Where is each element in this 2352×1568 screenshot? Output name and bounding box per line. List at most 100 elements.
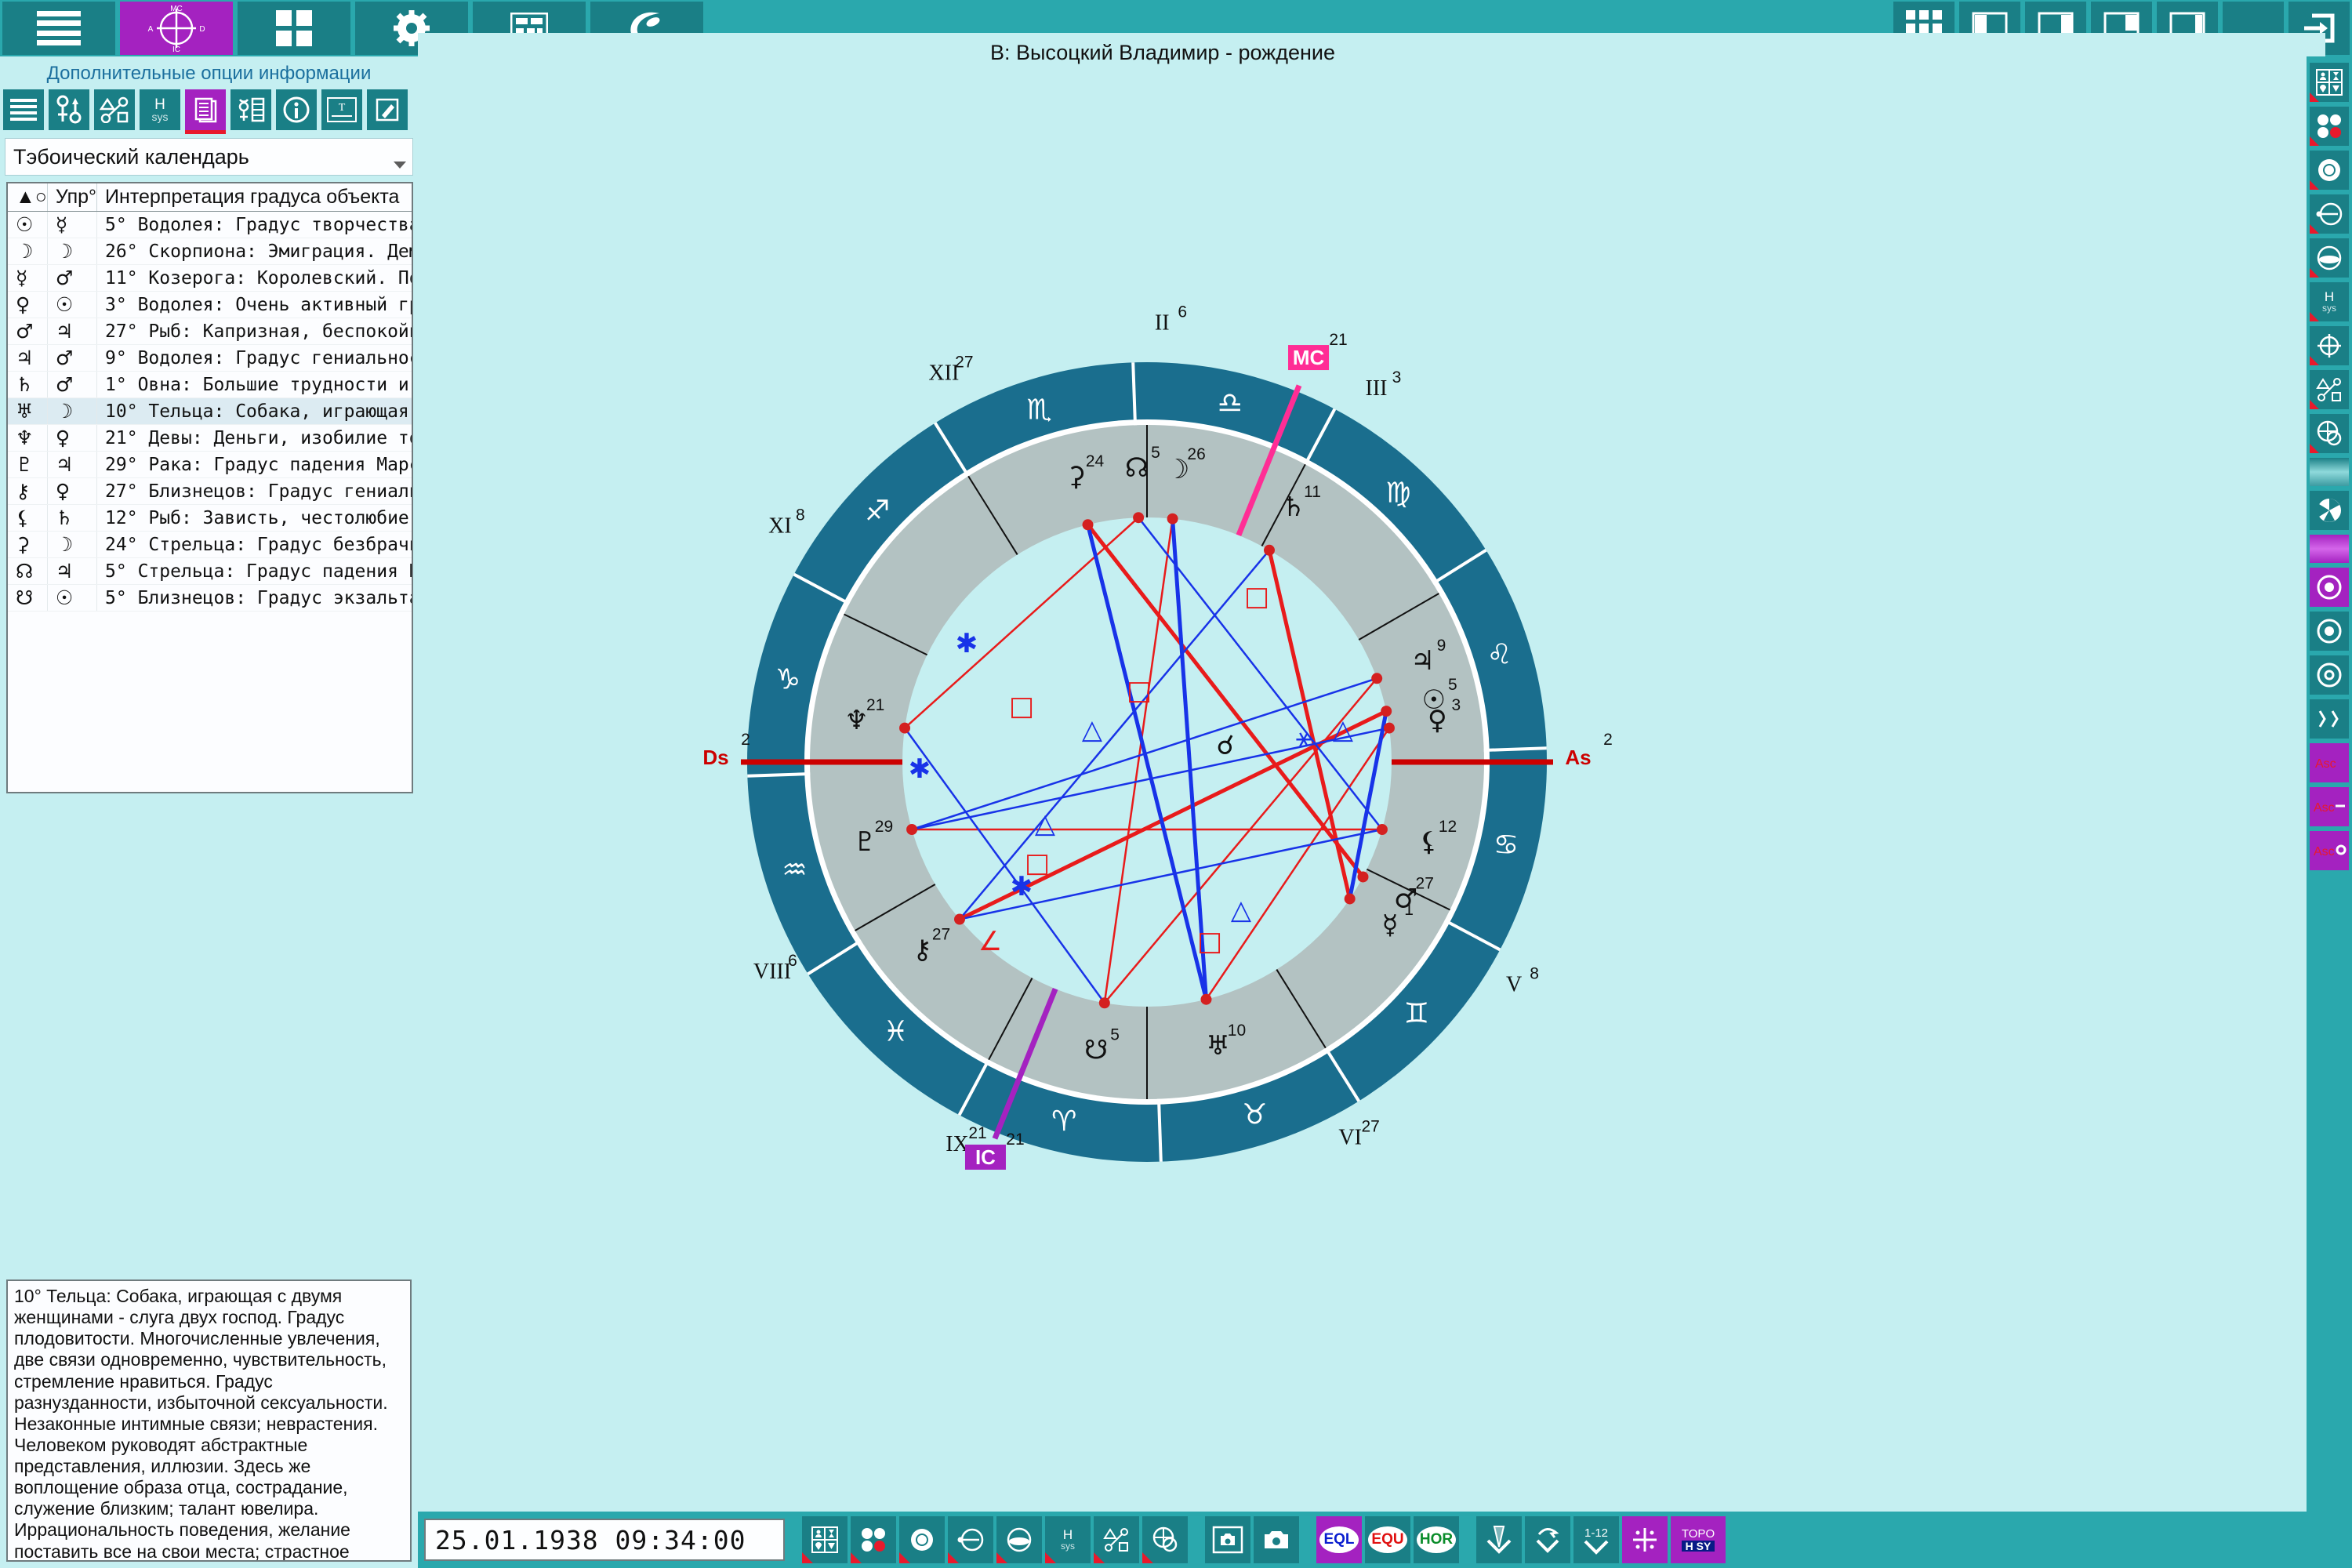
houses-1-12-button[interactable]: 1-12 (1573, 1516, 1619, 1563)
table-row[interactable]: ☉☿5° Водолея: Градус творчества,... (8, 211, 412, 238)
row-object-glyph: ♅ (8, 397, 48, 425)
target3-button[interactable] (2310, 655, 2349, 695)
table-row[interactable]: ♃♂9° Водолея: Градус гениальност... (8, 344, 412, 372)
screenshot-button[interactable] (1254, 1516, 1299, 1563)
calendar-select[interactable]: Тэбоический календарь (5, 138, 413, 176)
aspect-tree-button[interactable] (2310, 370, 2349, 409)
four-dots-button[interactable] (851, 1516, 896, 1563)
target1-button[interactable] (2310, 568, 2349, 607)
planets-tool[interactable] (49, 89, 89, 130)
person-grid-button[interactable] (802, 1516, 848, 1563)
svg-text:sys: sys (152, 111, 169, 123)
angle-marker-as[interactable]: As 2 (1565, 731, 1612, 769)
color-wheel-button[interactable] (2310, 491, 2349, 530)
svg-text:27: 27 (932, 925, 950, 943)
lens-button[interactable] (996, 1516, 1042, 1563)
globe-cross-button[interactable] (1142, 1516, 1188, 1563)
col-object[interactable]: ▲○ (8, 183, 48, 212)
col-interpretation[interactable]: Интерпретация градуса объекта (96, 183, 412, 212)
pages-tool[interactable] (185, 89, 226, 134)
topo-hsys-button[interactable]: TOPO H SY (1671, 1516, 1726, 1563)
pencil-icon (376, 98, 399, 122)
zodiac-sign-glyph: ♒ (782, 854, 807, 886)
target-icon (2317, 619, 2342, 644)
zodiac-sign-glyph: ♎ (1218, 387, 1243, 419)
target2-button[interactable] (2310, 612, 2349, 651)
chevron-down-icon[interactable] (394, 162, 406, 169)
circle-line-button[interactable] (2310, 194, 2349, 234)
person-grid-button[interactable] (2310, 63, 2349, 102)
svg-text:⚷: ⚷ (913, 934, 932, 965)
aspect-symbol: ✱ (909, 753, 931, 785)
table-row[interactable]: ☽☽26° Скорпиона: Эмиграция. Демо... (8, 238, 412, 265)
ring-icon (911, 1529, 933, 1551)
magenta-swatch[interactable] (2310, 535, 2349, 563)
table-row[interactable]: ♆♀21° Девы: Деньги, изобилие тог... (8, 424, 412, 452)
circle-line-button[interactable] (948, 1516, 993, 1563)
aspects-tool[interactable] (94, 89, 135, 130)
house-number-label: II 6 (1155, 303, 1187, 335)
edit-tool[interactable] (367, 89, 408, 130)
chart-wheel-button[interactable]: MC A D IC (120, 2, 233, 55)
datetime-field[interactable]: 25.01.1938 09:34:00 (424, 1519, 785, 1561)
list-view-tool[interactable] (3, 89, 44, 130)
menu-button[interactable] (2, 2, 115, 55)
active-marker (2310, 444, 2319, 453)
svg-text:♇: ♇ (853, 826, 877, 858)
table-row[interactable]: ☿♂11° Козерога: Королевский. Пом... (8, 264, 412, 292)
col-ruler[interactable]: Упр° (47, 183, 98, 212)
screenshot-frame-button[interactable] (1205, 1516, 1250, 1563)
equ-button[interactable]: EQU (1365, 1516, 1410, 1563)
zodiac-sign-glyph: ♉ (1242, 1098, 1267, 1131)
grid-layout-button[interactable] (238, 2, 350, 55)
aspect-tree-button[interactable] (1094, 1516, 1139, 1563)
crosshair-button[interactable] (2310, 326, 2349, 365)
planet-marker (1264, 544, 1275, 556)
active-marker (2310, 93, 2319, 102)
asc-b-button[interactable]: Asc (2310, 787, 2349, 826)
planet-marker (1167, 513, 1178, 524)
flip-arrow-button[interactable] (1525, 1516, 1570, 1563)
table-row[interactable]: ♄♂1° Овна: Большие трудности и п... (8, 371, 412, 398)
table-row[interactable]: ☊♃5° Стрельца: Градус падения Пр... (8, 557, 412, 585)
gradient-swatch[interactable] (2310, 458, 2349, 486)
zodiac-sign-glyph: ♓ (883, 1016, 908, 1048)
ring-button[interactable] (899, 1516, 945, 1563)
chart-area[interactable]: В: Высоцкий Владимир - рождение ♐ ♏ ♎ ♍ ♌ ♋ ♊ ♉… (418, 33, 2325, 1538)
text-tool[interactable]: T (321, 89, 362, 130)
hsys-button[interactable]: H sys (2310, 282, 2349, 321)
natal-chart-wheel[interactable]: ♐♏ ♎♍♌♋♊♉♈♓♒♑ IX 21VIII6XI 8XII27III 3II 6V 8V… (418, 33, 1986, 1523)
table-row[interactable]: ♂♃27° Рыб: Капризная, беспокойна... (8, 318, 412, 345)
antiscia-button[interactable] (2310, 699, 2349, 739)
table-row[interactable]: ♅☽10° Тельца: Собака, играющая с... (8, 397, 412, 425)
angle-marker-mc[interactable]: MC21 (1288, 331, 1348, 371)
down-arrow-button[interactable] (1476, 1516, 1522, 1563)
degree-table[interactable]: ▲○ Упр° Интерпретация градуса объекта ☉ ☿… (6, 182, 413, 793)
ring-button[interactable] (2310, 151, 2349, 190)
globe-cross-icon (2317, 420, 2342, 446)
table-row[interactable]: ⚸♄12° Рыб: Зависть, честолюбие, ... (8, 504, 412, 532)
info-tool[interactable] (276, 89, 317, 130)
lens-button[interactable] (2310, 238, 2349, 278)
svg-text:3: 3 (1452, 696, 1461, 714)
hor-button[interactable]: HOR (1414, 1516, 1459, 1563)
row-ruler-glyph: ☽ (47, 531, 98, 558)
asc-c-button[interactable]: Asc (2310, 831, 2349, 870)
four-dots-button[interactable] (2310, 107, 2349, 146)
circle-line-icon (957, 1528, 984, 1552)
table-row[interactable]: ⚳☽24° Стрельца: Градус безбрачия... (8, 531, 412, 558)
table-row[interactable]: ♇♃29° Рака: Градус падения Марса... (8, 451, 412, 478)
circle-line-icon (2316, 202, 2343, 226)
table-row[interactable]: ♀☉3° Водолея: Очень активный гра... (8, 291, 412, 318)
svg-text:IC: IC (172, 45, 180, 53)
house-system-tool[interactable]: H sys (140, 89, 180, 130)
table-row[interactable]: ☋☉5° Близнецов: Градус экзальтац... (8, 584, 412, 612)
hsys-button[interactable]: H sys (1045, 1516, 1091, 1563)
chart-title: В: Высоцкий Владимир - рождение (989, 41, 1336, 64)
globe-cross-button[interactable] (2310, 414, 2349, 453)
eql-button[interactable]: EQL (1316, 1516, 1362, 1563)
crosshair-button[interactable] (1622, 1516, 1668, 1563)
table-row[interactable]: ⚷♀27° Близнецов: Градус гениальн... (8, 477, 412, 505)
asc-a-button[interactable]: Asc (2310, 743, 2349, 782)
planet-table-tool[interactable] (230, 89, 271, 130)
